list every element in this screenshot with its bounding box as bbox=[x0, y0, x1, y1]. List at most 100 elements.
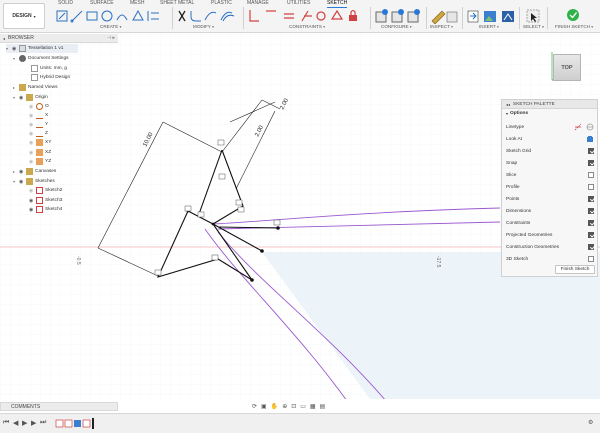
gear-icon[interactable]: ⚙ bbox=[588, 419, 593, 426]
tangent-icon[interactable] bbox=[301, 10, 312, 22]
option-projected-geometries[interactable]: Projected Geometries bbox=[506, 229, 594, 241]
option-slice[interactable]: Slice bbox=[506, 169, 594, 181]
visibility-eye-icon[interactable]: ◉ bbox=[29, 198, 36, 204]
grid-settings-icon[interactable]: ▦ bbox=[310, 403, 316, 410]
comments-panel-header[interactable]: COMMENTS bbox=[0, 402, 118, 411]
insert-group-label[interactable]: INSERT ▾ bbox=[479, 24, 499, 29]
timeline-feature-icon[interactable] bbox=[74, 420, 81, 427]
browser-panel-header[interactable]: ◂ BROWSER ⊣ ▸ bbox=[0, 34, 118, 43]
browser-item-y-axis[interactable]: ◉ Y bbox=[29, 120, 48, 129]
polygon-icon[interactable] bbox=[132, 9, 144, 21]
finish-sketch-icon[interactable] bbox=[566, 8, 580, 24]
visibility-eye-icon[interactable]: ◉ bbox=[12, 46, 19, 52]
snap-checkbox[interactable] bbox=[588, 160, 594, 166]
visibility-eye-icon[interactable]: ◉ bbox=[29, 122, 36, 128]
symmetric-icon[interactable] bbox=[330, 9, 344, 20]
go-to-end-icon[interactable]: ⏭ bbox=[40, 419, 46, 427]
browser-item-origin-point[interactable]: ◉ O bbox=[29, 102, 49, 111]
modify-group-label[interactable]: MODIFY ▾ bbox=[193, 24, 214, 29]
offset-icon[interactable] bbox=[220, 11, 235, 22]
constraints-group-label[interactable]: CONSTRAINTS ▾ bbox=[289, 24, 325, 29]
collapse-icon[interactable]: ◂ bbox=[3, 36, 5, 41]
table-icon[interactable] bbox=[391, 9, 404, 23]
tab-solid[interactable]: SOLID bbox=[58, 0, 73, 6]
create-group-label[interactable]: CREATE ▾ bbox=[100, 24, 121, 29]
construction-geometries-checkbox[interactable] bbox=[588, 244, 594, 250]
slice-checkbox[interactable] bbox=[588, 172, 594, 178]
browser-item-sketch4[interactable]: ◉ Sketch4 bbox=[29, 205, 62, 214]
browser-root-item[interactable]: ▾ ◉ Tessellation 1 v1 bbox=[6, 44, 78, 53]
tab-sketch[interactable]: SKETCH bbox=[327, 0, 348, 8]
parameters-icon[interactable] bbox=[375, 9, 388, 23]
option-3d-sketch[interactable]: 3D Sketch bbox=[506, 253, 594, 265]
sketch-create-icon[interactable] bbox=[56, 10, 68, 22]
tab-surface[interactable]: SURFACE bbox=[90, 0, 114, 6]
browser-item-origin[interactable]: ▾ ◉ Origin bbox=[13, 93, 48, 102]
sketch-palette-header[interactable]: ◂◂ SKETCH PALETTE bbox=[502, 100, 597, 109]
orbit-icon[interactable]: ⟳ bbox=[252, 403, 257, 410]
coincident-icon[interactable] bbox=[249, 10, 259, 22]
visibility-eye-icon[interactable]: ◉ bbox=[19, 95, 26, 101]
browser-item-document-settings[interactable]: ▾ Document Settings bbox=[13, 54, 69, 63]
insert-mesh-icon[interactable] bbox=[502, 11, 514, 22]
line-icon[interactable] bbox=[70, 10, 83, 23]
browser-item-named-views[interactable]: ▸ Named Views bbox=[13, 83, 58, 92]
visibility-eye-icon[interactable]: ◉ bbox=[29, 104, 36, 110]
mirror-icon[interactable] bbox=[147, 11, 159, 21]
look-at-icon[interactable] bbox=[586, 135, 594, 143]
visibility-eye-icon[interactable]: ◉ bbox=[29, 131, 36, 137]
option-dimensions[interactable]: Dimensions bbox=[506, 205, 594, 217]
trim-icon[interactable] bbox=[178, 10, 186, 22]
browser-item-sketches[interactable]: ▾ ◉ Sketches bbox=[13, 177, 55, 186]
visibility-eye-icon[interactable]: ◉ bbox=[19, 169, 26, 175]
visibility-eye-icon[interactable]: ◉ bbox=[29, 150, 36, 156]
option-sketch-grid[interactable]: Sketch Grid bbox=[506, 145, 594, 157]
zoom-window-icon[interactable]: ⊡ bbox=[291, 403, 296, 410]
step-back-icon[interactable]: ◀ bbox=[13, 419, 18, 427]
visibility-eye-icon[interactable]: ◉ bbox=[19, 179, 26, 185]
circle-icon[interactable] bbox=[101, 10, 113, 22]
display-settings-icon[interactable]: ▭ bbox=[300, 403, 306, 410]
visibility-eye-icon[interactable]: ◉ bbox=[29, 140, 36, 146]
center-rectangle-icon[interactable] bbox=[86, 11, 98, 21]
dimensions-checkbox[interactable] bbox=[588, 208, 594, 214]
visibility-eye-icon[interactable]: ◉ bbox=[29, 159, 36, 165]
pan-icon[interactable]: ✋ bbox=[271, 403, 278, 410]
look-at-icon[interactable]: ▣ bbox=[261, 403, 267, 410]
browser-item-canvases[interactable]: ▸ ◉ Canvases bbox=[13, 167, 56, 176]
tab-sheet-metal[interactable]: SHEET METAL bbox=[160, 0, 194, 6]
profile-checkbox[interactable] bbox=[588, 184, 594, 190]
configure-group-label[interactable]: CONFIGURE ▾ bbox=[381, 24, 412, 29]
go-to-start-icon[interactable]: ⏮ bbox=[3, 419, 9, 427]
browser-item-units[interactable]: Units: mm, g bbox=[31, 64, 67, 73]
visibility-eye-icon[interactable]: ◉ bbox=[29, 188, 36, 194]
select-group-label[interactable]: SELECT ▾ bbox=[523, 24, 544, 29]
insert-derive-icon[interactable] bbox=[467, 10, 479, 23]
projected-geometries-checkbox[interactable] bbox=[588, 232, 594, 238]
arc-icon[interactable] bbox=[116, 14, 128, 21]
step-forward-icon[interactable]: ▶ bbox=[31, 419, 36, 427]
points-checkbox[interactable] bbox=[588, 196, 594, 202]
fillet-icon[interactable] bbox=[190, 11, 201, 22]
construction-linetype-icon[interactable] bbox=[574, 123, 582, 131]
tab-manage[interactable]: MANAGE bbox=[247, 0, 269, 6]
centerline-linetype-icon[interactable] bbox=[586, 123, 594, 131]
timeline-sketch-icon[interactable] bbox=[55, 419, 64, 428]
browser-item-xz-plane[interactable]: ◉ XZ bbox=[29, 148, 51, 157]
chevron-down-icon[interactable]: ▾ bbox=[506, 111, 508, 116]
parallel-icon[interactable] bbox=[316, 11, 326, 21]
browser-item-design-type[interactable]: Hybrid Design bbox=[31, 73, 70, 82]
browser-item-sketch2[interactable]: ◉ Sketch2 bbox=[29, 186, 62, 195]
insert-image-icon[interactable] bbox=[484, 11, 496, 22]
browser-item-yz-plane[interactable]: ◉ YZ bbox=[29, 157, 51, 166]
inspect-group-label[interactable]: INSPECT ▾ bbox=[430, 24, 453, 29]
visibility-eye-icon[interactable]: ◉ bbox=[29, 113, 36, 119]
3d-sketch-checkbox[interactable] bbox=[588, 256, 594, 262]
option-constraints[interactable]: Constraints bbox=[506, 217, 594, 229]
option-points[interactable]: Points bbox=[506, 193, 594, 205]
browser-item-xy-plane[interactable]: ◉ XY bbox=[29, 138, 51, 147]
view-cube[interactable]: TOP bbox=[553, 54, 581, 81]
browser-item-sketch3[interactable]: ◉ Sketch3 bbox=[29, 196, 62, 205]
visibility-eye-icon[interactable]: ◉ bbox=[29, 207, 36, 213]
play-icon[interactable]: ▶ bbox=[22, 419, 27, 427]
